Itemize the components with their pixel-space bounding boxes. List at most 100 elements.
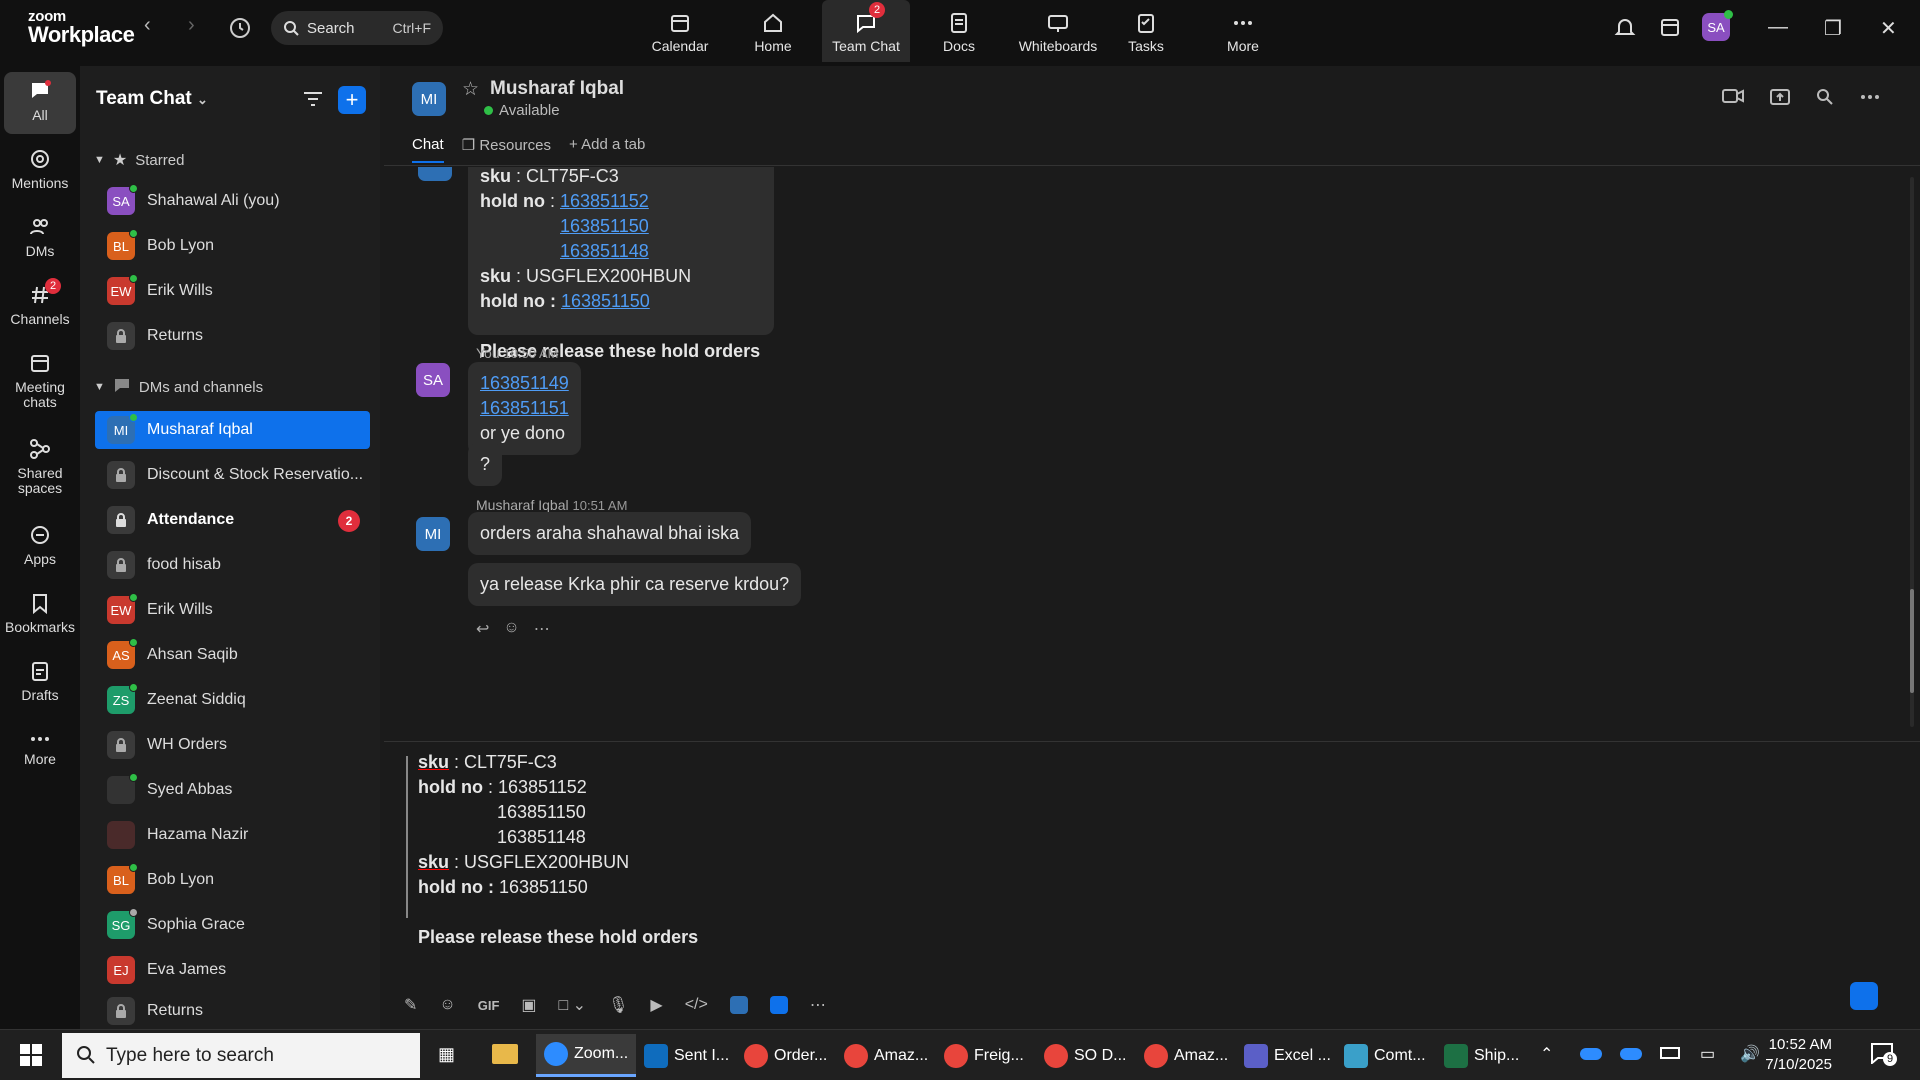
app-icon[interactable] (769, 996, 788, 1014)
hold-link[interactable]: 163851148 (560, 241, 649, 261)
windows-start-icon[interactable] (20, 1044, 42, 1071)
gif-icon[interactable]: GIF (478, 998, 500, 1013)
sidebar-item-erik-wills-2[interactable]: EW Erik Wills (95, 591, 370, 629)
history-icon[interactable] (228, 16, 252, 46)
rail-channels[interactable]: Channels 2 (4, 278, 76, 327)
message-bubble[interactable]: orders araha shahawal bhai iska (468, 512, 752, 555)
tab-chat[interactable]: Chat (412, 136, 444, 163)
hold-link[interactable]: 163851152 (560, 191, 649, 211)
code-icon[interactable]: </> (685, 996, 708, 1014)
tab-more[interactable]: More (1199, 0, 1287, 62)
rail-all[interactable]: All (4, 72, 76, 134)
chevron-up-icon[interactable]: ⌃ (1540, 1044, 1553, 1064)
sidebar-title[interactable]: Team Chat ⌄ (96, 88, 208, 110)
sidebar-item-returns[interactable]: Returns (95, 317, 370, 355)
tab-resources[interactable]: ❐ Resources (462, 136, 551, 163)
hold-link[interactable]: 163851149 (480, 373, 569, 393)
more-icon[interactable]: ⋯ (534, 619, 550, 639)
video-icon[interactable] (1722, 88, 1744, 111)
rail-dms[interactable]: DMs (4, 216, 76, 259)
sidebar-item-zeenat-siddiq[interactable]: ZS Zeenat Siddiq (95, 681, 370, 719)
taskbar-app-excel[interactable]: Ship... (1436, 1034, 1527, 1077)
rail-meeting-chats[interactable]: Meeting chats (4, 352, 76, 410)
rail-mentions[interactable]: Mentions (4, 148, 76, 191)
hold-link[interactable]: 163851150 (561, 291, 650, 311)
more-icon[interactable] (1860, 88, 1880, 111)
sidebar-item-syed-abbas[interactable]: Syed Abbas (95, 771, 370, 809)
more-icon[interactable]: ⋯ (810, 995, 826, 1015)
tab-whiteboards[interactable]: Whiteboards (1008, 0, 1108, 62)
taskbar-app-chrome[interactable]: SO D... (1036, 1034, 1134, 1077)
send-button[interactable] (1850, 982, 1878, 1010)
tab-docs[interactable]: Docs (915, 0, 1003, 62)
rail-drafts[interactable]: Drafts (4, 660, 76, 703)
network-icon[interactable]: ▭ (1700, 1044, 1715, 1064)
avatar[interactable]: MI (412, 82, 446, 116)
share-screen-icon[interactable] (1770, 88, 1790, 111)
filter-icon[interactable] (302, 90, 324, 113)
sidebar-item-sophia-grace[interactable]: SG Sophia Grace (95, 906, 370, 944)
file-icon[interactable]: ▣ (521, 995, 536, 1015)
message-composer[interactable]: sku : CLT75F-C3 hold no : 163851152 1638… (384, 741, 1920, 1029)
back-arrow-icon[interactable]: ‹ (144, 14, 151, 37)
scrollbar[interactable] (1910, 177, 1914, 727)
sidebar-item-returns-2[interactable]: Returns (95, 996, 370, 1026)
video-message-icon[interactable]: ▶ (650, 995, 662, 1015)
message-bubble[interactable]: sku : CLT75F-C3 hold no : 163851152 1638… (468, 167, 774, 361)
bell-icon[interactable] (1614, 16, 1636, 44)
mic-icon[interactable]: 🎙 (608, 995, 628, 1015)
app-icon[interactable] (729, 996, 748, 1014)
notification-icon[interactable]: 9 (1870, 1042, 1897, 1068)
taskbar-app-outlook[interactable]: Sent I... (636, 1034, 737, 1077)
taskbar-app-zoom[interactable]: Zoom... (536, 1034, 637, 1077)
minimize-icon[interactable]: — (1768, 16, 1788, 39)
star-icon[interactable]: ☆ (462, 78, 479, 101)
sidebar-item-attendance[interactable]: Attendance 2 (95, 501, 370, 539)
sidebar-item-shahawal[interactable]: SA Shahawal Ali (you) (95, 182, 370, 220)
message-bubble[interactable]: 163851149 163851151 or ye dono (468, 362, 581, 455)
format-icon[interactable]: ✎ (404, 995, 417, 1015)
hold-link[interactable]: 163851150 (560, 216, 649, 236)
section-dms-channels[interactable]: ▼ DMs and channels (94, 377, 263, 397)
message-bubble[interactable]: ya release Krka phir ca reserve krdou? (468, 563, 802, 606)
taskbar-app-chrome[interactable]: Order... (736, 1034, 835, 1077)
message-bubble[interactable]: ? (468, 443, 503, 486)
compose-button[interactable]: + (338, 86, 366, 114)
section-starred[interactable]: ▼ ★ Starred (94, 150, 184, 170)
rail-bookmarks[interactable]: Bookmarks (4, 592, 76, 635)
taskbar-clock[interactable]: 10:52 AM 7/10/2025 (1765, 1035, 1832, 1075)
tab-calendar[interactable]: Calendar (636, 0, 724, 62)
sidebar-item-musharaf-iqbal[interactable]: MI Musharaf Iqbal (95, 411, 370, 449)
sidebar-item-erik-wills[interactable]: EW Erik Wills (95, 272, 370, 310)
sidebar-item-bob-lyon-2[interactable]: BL Bob Lyon (95, 861, 370, 899)
calendar-icon[interactable] (1659, 16, 1681, 44)
taskbar-search-input[interactable]: Type here to search (62, 1033, 420, 1078)
sidebar-item-bob-lyon[interactable]: BL Bob Lyon (95, 227, 370, 265)
screenshot-icon[interactable]: □ ⌄ (559, 995, 587, 1015)
sidebar-item-eva-james[interactable]: EJ Eva James (95, 951, 370, 989)
task-view-icon[interactable]: ▦ (438, 1044, 455, 1065)
restore-icon[interactable]: ❐ (1824, 16, 1842, 41)
taskbar-app-chrome[interactable]: Amaz... (836, 1034, 936, 1077)
tab-home[interactable]: Home (729, 0, 817, 62)
sidebar-item-wh-orders[interactable]: WH Orders (95, 726, 370, 764)
forward-arrow-icon[interactable]: › (188, 14, 195, 37)
search-input[interactable]: Search Ctrl+F (271, 11, 443, 45)
close-icon[interactable]: ✕ (1880, 16, 1897, 41)
volume-icon[interactable]: 🔊 (1740, 1044, 1760, 1064)
taskbar-app-chrome[interactable]: Amaz... (1136, 1034, 1236, 1077)
rail-more[interactable]: More (4, 732, 76, 767)
onedrive-icon[interactable] (1580, 1048, 1602, 1060)
reply-icon[interactable]: ↩ (476, 619, 489, 639)
tab-tasks[interactable]: Tasks (1102, 0, 1190, 62)
hold-link[interactable]: 163851151 (480, 398, 569, 418)
sidebar-item-food-hisab[interactable]: food hisab (95, 546, 370, 584)
taskbar-app-teams[interactable]: Excel ... (1236, 1034, 1339, 1077)
tab-team-chat[interactable]: Team Chat 2 (822, 0, 910, 62)
sidebar-item-discount[interactable]: Discount & Stock Reservatio... (95, 456, 370, 494)
rail-shared-spaces[interactable]: Shared spaces (4, 438, 76, 496)
emoji-icon[interactable]: ☺ (503, 619, 519, 639)
avatar[interactable]: SA (1702, 10, 1733, 41)
sidebar-item-ahsan-saqib[interactable]: AS Ahsan Saqib (95, 636, 370, 674)
battery-icon[interactable] (1660, 1047, 1680, 1059)
